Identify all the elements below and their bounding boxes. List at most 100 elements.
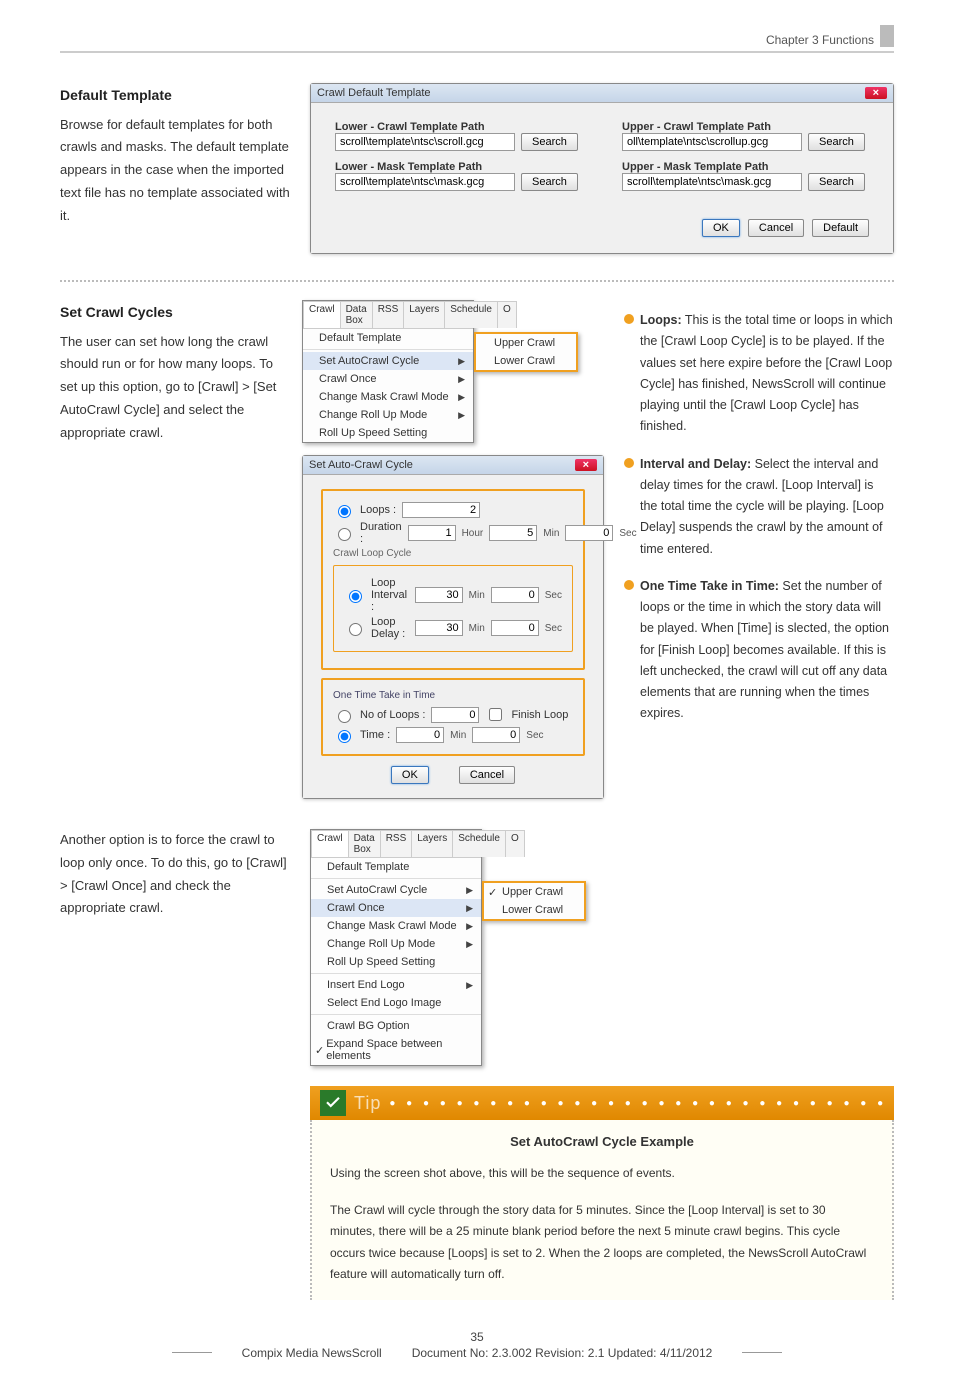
search-button[interactable]: Search — [808, 133, 865, 151]
crawl-submenu: Upper Crawl Lower Crawl — [474, 332, 578, 372]
default-button[interactable]: Default — [812, 219, 869, 237]
menu-item[interactable]: Change Mask Crawl Mode▶ — [311, 917, 481, 935]
menu-item[interactable]: Roll Up Speed Setting — [311, 953, 481, 971]
menu-tab[interactable]: RSS — [372, 301, 405, 328]
close-icon[interactable]: × — [865, 87, 887, 99]
search-button[interactable]: Search — [808, 173, 865, 191]
cancel-button[interactable]: Cancel — [748, 219, 804, 237]
lower-crawl-label: Lower - Crawl Template Path — [335, 121, 582, 133]
loops-input[interactable] — [402, 502, 480, 518]
callout-loops: Loops: This is the total time or loops i… — [624, 310, 894, 438]
tip-dots: ● ● ● ● ● ● ● ● ● ● ● ● ● ● ● ● ● ● ● ● … — [389, 1098, 884, 1109]
menu-tab[interactable]: Layers — [403, 301, 445, 328]
menu-tab[interactable]: Data Box — [348, 830, 381, 857]
tip-p1: Using the screen shot above, this will b… — [330, 1163, 874, 1185]
menu-item[interactable]: ✓Expand Space between elements — [311, 1035, 481, 1065]
callout-dot-icon — [624, 314, 634, 324]
sec1-title: Default Template — [60, 83, 290, 108]
menu-item[interactable]: Crawl BG Option — [311, 1017, 481, 1035]
duration-hour[interactable] — [408, 525, 456, 541]
menu-item[interactable]: Change Roll Up Mode▶ — [303, 406, 473, 424]
submenu-item-lower[interactable]: Lower Crawl — [476, 352, 576, 370]
one-time-group: One Time Take in Time No of Loops : Fini… — [321, 678, 585, 756]
callout-dot-icon — [624, 458, 634, 468]
ok-button[interactable]: OK — [702, 219, 740, 237]
duration-radio[interactable] — [338, 528, 351, 541]
time-sec[interactable] — [472, 727, 520, 743]
menu-item[interactable]: Default Template — [303, 329, 473, 347]
tip-title: Set AutoCrawl Cycle Example — [330, 1134, 874, 1149]
submenu-item-upper[interactable]: Upper Crawl — [476, 334, 576, 352]
menu-item[interactable]: Crawl Once▶ — [303, 370, 473, 388]
menu-item[interactable]: Set AutoCrawl Cycle▶ — [311, 881, 481, 899]
loops-radio[interactable] — [338, 505, 351, 518]
lower-crawl-path-input[interactable] — [335, 133, 515, 151]
menu-item[interactable]: Roll Up Speed Setting — [303, 424, 473, 442]
page-footer: 35 Compix Media NewsScroll Document No: … — [60, 1330, 894, 1360]
loop-delay-radio[interactable] — [349, 623, 362, 636]
close-icon[interactable]: × — [575, 459, 597, 471]
loops-group: Loops : Duration : Hour Min Sec Crawl Lo… — [321, 489, 585, 670]
crawl-menu-2: Crawl Data Box RSS Layers Schedule O Def… — [310, 829, 482, 1066]
menu-item[interactable]: Default Template — [311, 858, 481, 876]
menu-item-crawl-once[interactable]: Crawl Once▶ — [311, 899, 481, 917]
callout-onetime: One Time Take in Time: Set the number of… — [624, 576, 894, 725]
menu-tab[interactable]: Schedule — [444, 301, 498, 328]
auto-crawl-cycle-dialog: Set Auto-Crawl Cycle × Loops : Duration … — [302, 455, 604, 799]
default-template-dialog: Crawl Default Template × Lower - Crawl T… — [310, 83, 894, 254]
loop-delay-min[interactable] — [415, 620, 463, 636]
submenu-item-lower[interactable]: Lower Crawl — [484, 901, 584, 919]
ok-button[interactable]: OK — [391, 766, 429, 784]
tip-label: Tip — [354, 1093, 381, 1114]
chapter-label: Chapter 3 Functions — [60, 33, 874, 47]
upper-crawl-path-input[interactable] — [622, 133, 802, 151]
cancel-button[interactable]: Cancel — [459, 766, 515, 784]
menu-tab[interactable]: Layers — [411, 830, 453, 857]
menu-item[interactable]: Insert End Logo▶ — [311, 976, 481, 994]
menu-tab[interactable]: Crawl — [303, 301, 341, 328]
menu-tab[interactable]: Crawl — [311, 830, 349, 857]
menu-item-set-autocrawl[interactable]: Set AutoCrawl Cycle▶ — [303, 352, 473, 370]
tip-banner: Tip ● ● ● ● ● ● ● ● ● ● ● ● ● ● ● ● ● ● … — [310, 1086, 894, 1120]
tip-p2: The Crawl will cycle through the story d… — [330, 1200, 874, 1286]
no-of-loops-input[interactable] — [431, 707, 479, 723]
dlg2-title: Set Auto-Crawl Cycle — [309, 459, 413, 471]
search-button[interactable]: Search — [521, 133, 578, 151]
menu-tab[interactable]: RSS — [380, 830, 413, 857]
crawl-loop-cycle-label: Crawl Loop Cycle — [333, 548, 573, 559]
section-divider — [60, 280, 894, 282]
menu-tab[interactable]: O — [505, 830, 525, 857]
finish-loop-checkbox[interactable] — [489, 708, 502, 721]
callout-dot-icon — [624, 580, 634, 590]
menu-tab[interactable]: O — [497, 301, 517, 328]
loop-delay-sec[interactable] — [491, 620, 539, 636]
lower-mask-path-input[interactable] — [335, 173, 515, 191]
submenu-item-upper[interactable]: ✓Upper Crawl — [484, 883, 584, 901]
crawl-once-submenu: ✓Upper Crawl Lower Crawl — [482, 881, 586, 921]
footer-product: Compix Media NewsScroll — [242, 1346, 382, 1360]
menu-item[interactable]: Change Mask Crawl Mode▶ — [303, 388, 473, 406]
sec3-body: Another option is to force the crawl to … — [60, 829, 290, 920]
duration-sec[interactable] — [565, 525, 613, 541]
upper-mask-label: Upper - Mask Template Path — [622, 161, 869, 173]
menu-tab[interactable]: Data Box — [340, 301, 373, 328]
one-time-label: One Time Take in Time — [333, 690, 573, 701]
search-button[interactable]: Search — [521, 173, 578, 191]
header-tab-marker — [880, 25, 894, 47]
loop-interval-radio[interactable] — [349, 590, 362, 603]
interval-group: Loop Interval : Min Sec Loop Delay : Min… — [333, 565, 573, 652]
menu-item[interactable]: Select End Logo Image — [311, 994, 481, 1012]
sec2-title: Set Crawl Cycles — [60, 300, 282, 325]
time-radio[interactable] — [338, 730, 351, 743]
tip-icon — [320, 1090, 346, 1116]
menu-item[interactable]: Change Roll Up Mode▶ — [311, 935, 481, 953]
upper-mask-path-input[interactable] — [622, 173, 802, 191]
loop-interval-min[interactable] — [415, 587, 463, 603]
page-header: Chapter 3 Functions — [60, 25, 894, 53]
crawl-menu: Crawl Data Box RSS Layers Schedule O Def… — [302, 300, 474, 443]
no-of-loops-radio[interactable] — [338, 710, 351, 723]
menu-tab[interactable]: Schedule — [452, 830, 506, 857]
loop-interval-sec[interactable] — [491, 587, 539, 603]
time-min[interactable] — [396, 727, 444, 743]
duration-min[interactable] — [489, 525, 537, 541]
